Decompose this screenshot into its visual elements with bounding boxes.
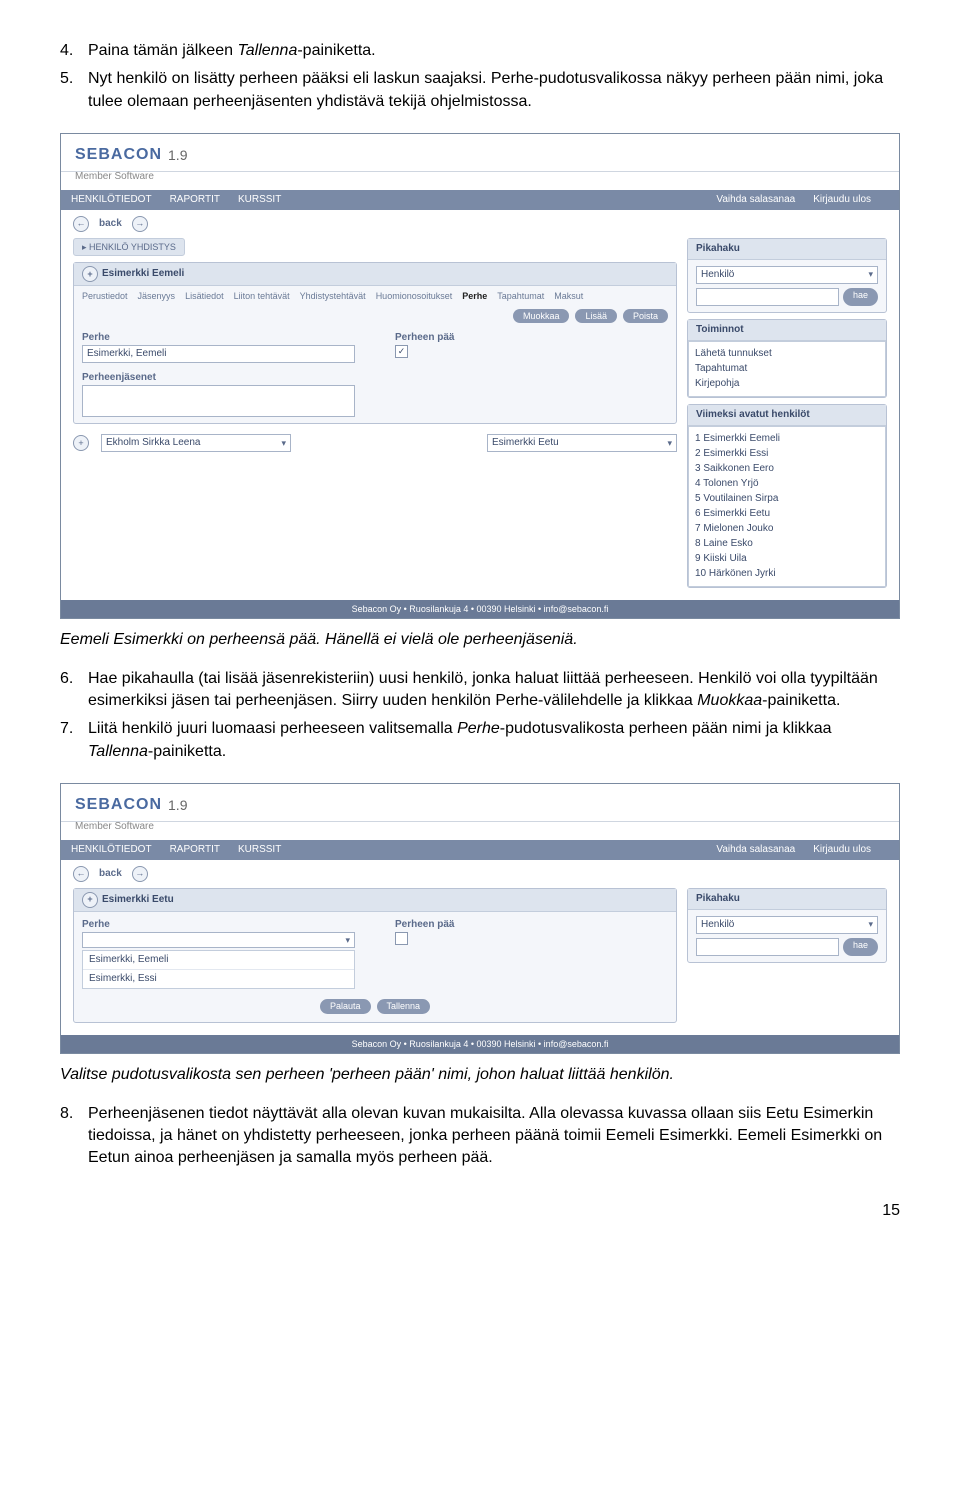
nav-raportit[interactable]: RAPORTIT	[170, 193, 220, 207]
expand-icon[interactable]: +	[82, 266, 98, 282]
step-4: 4. Paina tämän jälkeen Tallenna-painiket…	[60, 40, 900, 62]
viimeksi-header: Viimeksi avatut henkilöt	[688, 405, 886, 426]
screenshot-2: SEBACON 1.9 Member Software HENKILÖTIEDO…	[60, 783, 900, 1054]
tab-jasenyys[interactable]: Jäsenyys	[138, 290, 176, 303]
step-8: 8. Perheenjäsenen tiedot näyttävät alla …	[60, 1103, 900, 1170]
step-6-text: Hae pikahaulla (tai lisää jäsenrekisteri…	[88, 668, 900, 713]
app-logo: SEBACON	[75, 144, 162, 166]
muokkaa-button[interactable]: Muokkaa	[513, 309, 570, 324]
perheenjasenet-label: Perheenjäsenet	[82, 371, 355, 385]
perheen-paa-checkbox[interactable]: ✓	[395, 345, 408, 358]
nav-henkilotiedot[interactable]: HENKILÖTIEDOT	[71, 193, 152, 207]
toim-laheta[interactable]: Lähetä tunnukset	[695, 347, 879, 361]
tab-lisatiedot[interactable]: Lisätiedot	[185, 290, 224, 303]
expand-icon[interactable]: +	[82, 892, 98, 908]
step-7: 7. Liitä henkilö juuri luomaasi perheese…	[60, 718, 900, 763]
perhe-options: Esimerkki, Eemeli Esimerkki, Essi	[82, 950, 355, 989]
perhe-value: Esimerkki, Eemeli	[82, 345, 355, 363]
ordered-steps-mid: 6. Hae pikahaulla (tai lisää jäsenrekist…	[60, 668, 900, 764]
pikahaku-type[interactable]: Henkilö▾	[696, 266, 878, 284]
toim-tapahtumat[interactable]: Tapahtumat	[695, 362, 879, 376]
tabs-row: Perustiedot Jäsenyys Lisätiedot Liiton t…	[74, 286, 676, 307]
perheenjasenet-box	[82, 385, 355, 417]
recent-list: 1 Esimerkki Eemeli 2 Esimerkki Essi 3 Sa…	[688, 426, 886, 587]
nav-kurssit[interactable]: KURSSIT	[238, 193, 281, 207]
tab-liiton[interactable]: Liiton tehtävät	[234, 290, 290, 303]
screenshot-1: SEBACON 1.9 Member Software HENKILÖTIEDO…	[60, 133, 900, 619]
ordered-steps-bottom: 8. Perheenjäsenen tiedot näyttävät alla …	[60, 1103, 900, 1170]
nav-vaihda-salasana[interactable]: Vaihda salasanaa	[716, 193, 795, 207]
pikahaku-input[interactable]	[696, 938, 839, 956]
pikahaku-header: Pikahaku	[688, 239, 886, 260]
back-icon[interactable]: ←	[73, 866, 89, 882]
breadcrumb: ▸ HENKILÖ YHDISTYS	[73, 238, 185, 257]
page-number: 15	[60, 1200, 900, 1222]
perheen-paa-label: Perheen pää	[395, 331, 668, 345]
tab-tapahtumat[interactable]: Tapahtumat	[497, 290, 544, 303]
tab-yhdistys[interactable]: Yhdistystehtävät	[300, 290, 366, 303]
back-icon[interactable]: ←	[73, 216, 89, 232]
ordered-steps-top: 4. Paina tämän jälkeen Tallenna-painiket…	[60, 40, 900, 113]
add-icon[interactable]: +	[73, 435, 89, 451]
tab-huomio[interactable]: Huomionosoitukset	[376, 290, 453, 303]
step-7-text: Liitä henkilö juuri luomaasi perheeseen …	[88, 718, 900, 763]
forward-icon[interactable]: →	[132, 216, 148, 232]
step-5: 5. Nyt henkilö on lisätty perheen pääksi…	[60, 68, 900, 113]
tab-maksut[interactable]: Maksut	[554, 290, 583, 303]
bottom-select-2[interactable]: Esimerkki Eetu▾	[487, 434, 677, 452]
person-title: Esimerkki Eemeli	[102, 267, 184, 281]
caption-1: Eemeli Esimerkki on perheensä pää. Hänel…	[60, 629, 900, 651]
hae-button[interactable]: hae	[843, 938, 878, 956]
perheen-paa-checkbox[interactable]	[395, 932, 408, 945]
tab-perustiedot[interactable]: Perustiedot	[82, 290, 128, 303]
pikahaku-input[interactable]	[696, 288, 839, 306]
step-8-text: Perheenjäsenen tiedot näyttävät alla ole…	[88, 1103, 900, 1170]
nav-kirjaudu-ulos[interactable]: Kirjaudu ulos	[813, 193, 871, 207]
palauta-button[interactable]: Palauta	[320, 999, 371, 1014]
lisaa-button[interactable]: Lisää	[575, 309, 617, 324]
app-logo: SEBACON	[75, 794, 162, 816]
toim-kirjepohja[interactable]: Kirjepohja	[695, 377, 879, 391]
caption-2: Valitse pudotusvalikosta sen perheen 'pe…	[60, 1064, 900, 1086]
poista-button[interactable]: Poista	[623, 309, 668, 324]
hae-button[interactable]: hae	[843, 288, 878, 306]
tallenna-button[interactable]: Tallenna	[377, 999, 431, 1014]
perhe-label: Perhe	[82, 331, 355, 345]
perhe-select[interactable]: ▾	[82, 932, 355, 949]
forward-icon[interactable]: →	[132, 866, 148, 882]
toiminnot-header: Toiminnot	[688, 320, 886, 341]
top-navbar: HENKILÖTIEDOT RAPORTIT KURSSIT Vaihda sa…	[61, 840, 899, 860]
bottom-select-1[interactable]: Ekholm Sirkka Leena▾	[101, 434, 291, 452]
tab-perhe[interactable]: Perhe	[462, 290, 487, 303]
app-footer: Sebacon Oy • Ruosilankuja 4 • 00390 Hels…	[61, 600, 899, 619]
pikahaku-type[interactable]: Henkilö▾	[696, 916, 878, 934]
person-title: Esimerkki Eetu	[102, 893, 174, 907]
back-label: back	[99, 217, 122, 231]
step-6: 6. Hae pikahaulla (tai lisää jäsenrekist…	[60, 668, 900, 713]
top-navbar: HENKILÖTIEDOT RAPORTIT KURSSIT Vaihda sa…	[61, 190, 899, 210]
